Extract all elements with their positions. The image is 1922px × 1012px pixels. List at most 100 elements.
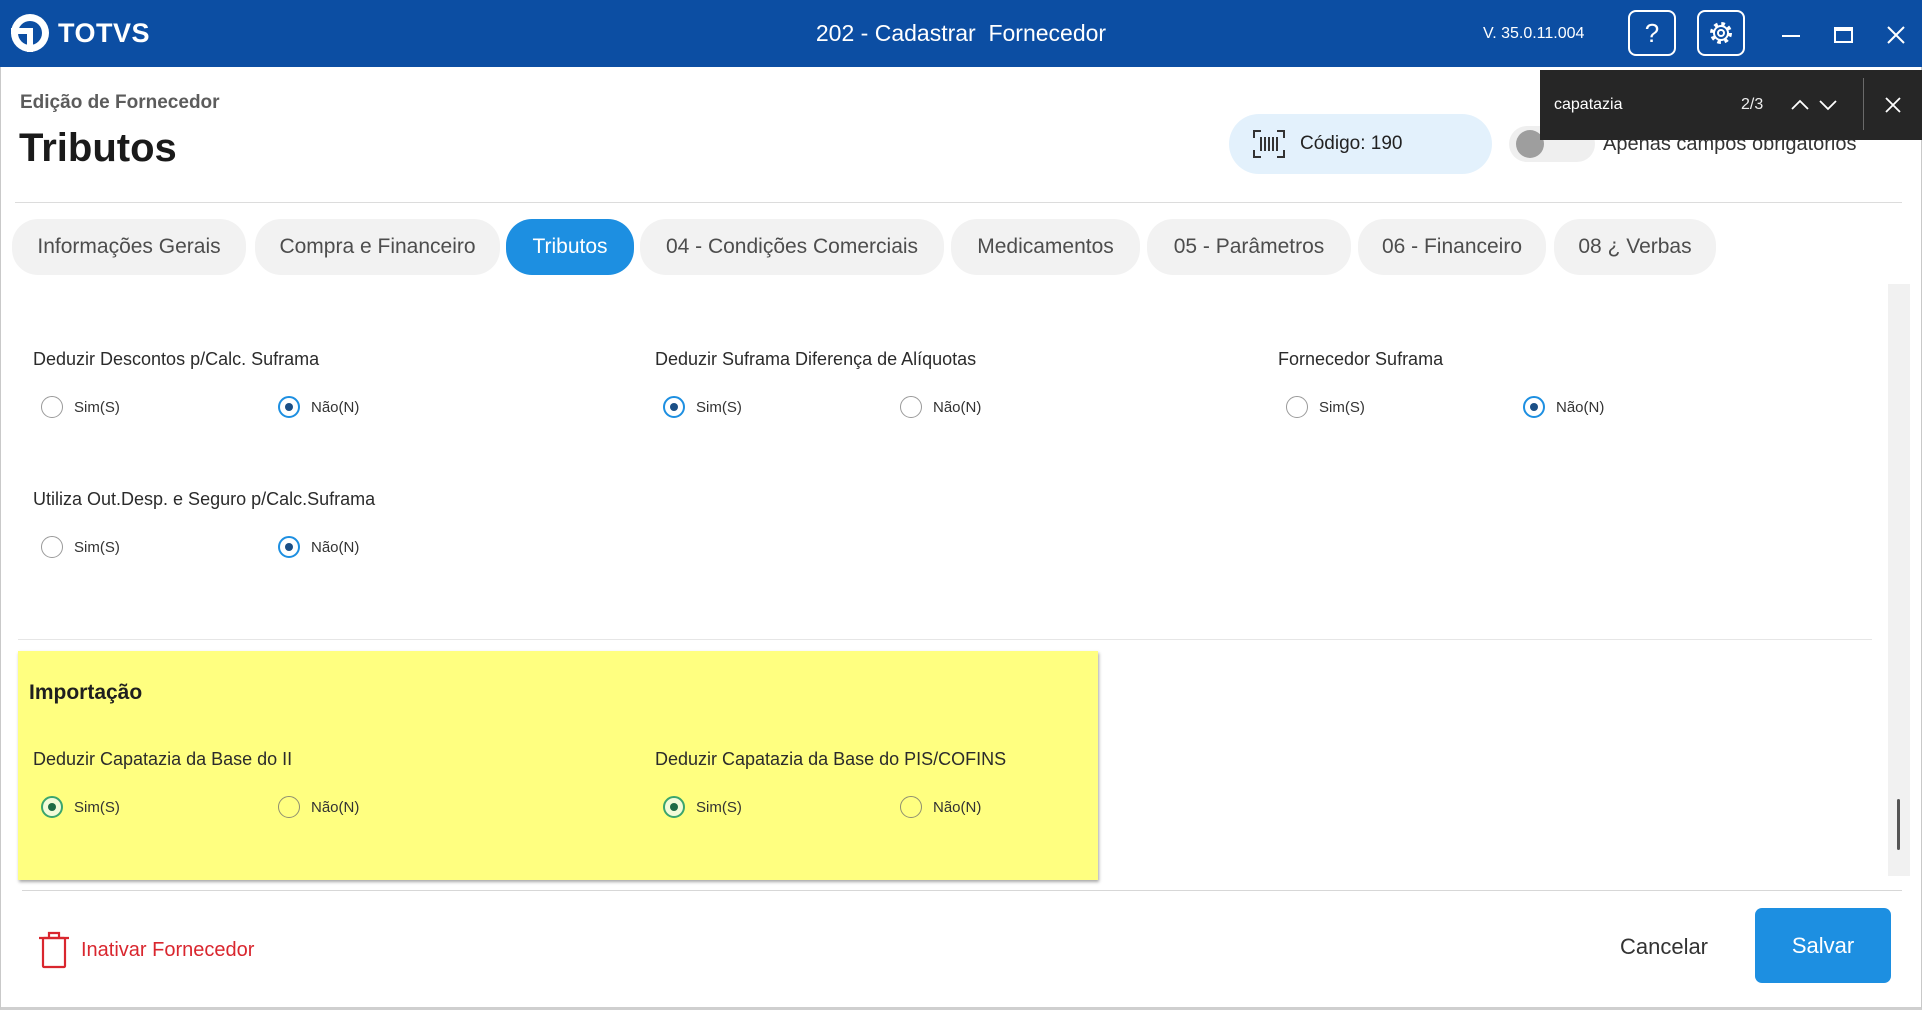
radio-label: Sim(S) xyxy=(74,398,120,416)
radio-circle xyxy=(278,536,300,558)
maximize-icon xyxy=(1834,27,1853,43)
tab-financeiro[interactable]: 06 - Financeiro xyxy=(1358,219,1546,275)
scrollbar-thumb[interactable] xyxy=(1897,799,1900,850)
app-window: TOTVS 202 - Cadastrar Fornecedor V. 35.0… xyxy=(0,0,1922,1012)
radio-circle xyxy=(663,396,685,418)
radio-label: Sim(S) xyxy=(1319,398,1365,416)
field-label: Utiliza Out.Desp. e Seguro p/Calc.Sufram… xyxy=(33,489,376,509)
radio-circle xyxy=(900,796,922,818)
footer-divider xyxy=(22,890,1902,891)
field-label: Fornecedor Suframa xyxy=(1278,349,1444,369)
page-title: Tributos xyxy=(19,126,177,170)
code-badge: Código: 190 xyxy=(1229,114,1492,174)
tab-label: 08 ¿ Verbas xyxy=(1578,235,1692,258)
tab-medicamentos[interactable]: Medicamentos xyxy=(951,219,1140,275)
tab-label: 06 - Financeiro xyxy=(1381,235,1523,258)
find-input[interactable] xyxy=(1554,90,1734,120)
find-previous-button[interactable] xyxy=(1789,94,1811,116)
field-deduzir-descontos-suframa: Deduzir Descontos p/Calc. Suframa Sim(S)… xyxy=(33,348,633,430)
radio-label: Não(N) xyxy=(1556,398,1605,416)
inactivate-supplier-button[interactable]: Inativar Fornecedor xyxy=(38,930,254,970)
maximize-button[interactable] xyxy=(1830,22,1858,48)
close-window-button[interactable] xyxy=(1884,23,1908,47)
version-label: V. 35.0.11.004 xyxy=(1483,25,1585,42)
radio-sim[interactable]: Sim(S) xyxy=(41,396,120,418)
section-divider xyxy=(18,639,1872,640)
field-deduzir-capatazia-pis-cofins: Deduzir Capatazia da Base do PIS/COFINS … xyxy=(655,748,1255,830)
minimize-icon xyxy=(1782,35,1800,37)
totvs-logo-icon xyxy=(11,14,49,52)
close-icon xyxy=(1885,97,1901,113)
code-label: Código: 190 xyxy=(1300,133,1403,154)
barcode-icon xyxy=(1253,130,1285,158)
tab-tributos[interactable]: Tributos xyxy=(506,219,634,275)
find-divider xyxy=(1863,78,1864,130)
content-scrollbar[interactable] xyxy=(1888,284,1910,876)
find-close-button[interactable] xyxy=(1882,94,1904,116)
field-label: Deduzir Descontos p/Calc. Suframa xyxy=(33,349,320,369)
radio-sim[interactable]: Sim(S) xyxy=(663,396,742,418)
radio-circle xyxy=(41,796,63,818)
radio-label: Sim(S) xyxy=(74,538,120,556)
radio-nao[interactable]: Não(N) xyxy=(900,396,981,418)
field-utiliza-out-desp-seguro: Utiliza Out.Desp. e Seguro p/Calc.Sufram… xyxy=(33,488,633,570)
tab-bar: Informações Gerais Compra e Financeiro T… xyxy=(0,219,1922,275)
radio-circle xyxy=(1523,396,1545,418)
trash-icon xyxy=(39,931,69,969)
radio-sim[interactable]: Sim(S) xyxy=(1286,396,1365,418)
field-deduzir-capatazia-ii: Deduzir Capatazia da Base do II Sim(S) N… xyxy=(33,748,633,830)
logo-text: TOTVS xyxy=(58,18,151,48)
inactivate-label: Inativar Fornecedor xyxy=(81,938,255,961)
field-label: Deduzir Suframa Diferença de Alíquotas xyxy=(655,349,977,369)
header-divider xyxy=(15,202,1902,203)
help-button[interactable]: ? xyxy=(1628,10,1676,56)
tab-label: Medicamentos xyxy=(977,235,1114,258)
radio-label: Sim(S) xyxy=(696,398,742,416)
tab-label: Informações Gerais xyxy=(37,235,221,258)
radio-nao[interactable]: Não(N) xyxy=(900,796,981,818)
tab-label: 05 - Parâmetros xyxy=(1173,235,1325,258)
tab-condicoes-comerciais[interactable]: 04 - Condições Comerciais xyxy=(640,219,944,275)
find-match-counter: 2/3 xyxy=(1741,96,1764,113)
minimize-button[interactable] xyxy=(1778,22,1804,48)
field-label: Deduzir Capatazia da Base do II xyxy=(33,749,293,769)
radio-sim[interactable]: Sim(S) xyxy=(41,796,120,818)
radio-nao[interactable]: Não(N) xyxy=(278,396,359,418)
breadcrumb: Edição de Fornecedor xyxy=(20,92,220,113)
radio-nao[interactable]: Não(N) xyxy=(278,796,359,818)
title-bar: TOTVS 202 - Cadastrar Fornecedor V. 35.0… xyxy=(0,0,1922,67)
chevron-down-icon xyxy=(1819,100,1837,111)
tab-label: Tributos xyxy=(532,235,608,258)
radio-circle xyxy=(1286,396,1308,418)
radio-nao[interactable]: Não(N) xyxy=(1523,396,1604,418)
help-icon: ? xyxy=(1644,17,1660,48)
radio-label: Não(N) xyxy=(311,538,360,556)
radio-label: Sim(S) xyxy=(74,798,120,816)
radio-sim[interactable]: Sim(S) xyxy=(41,536,120,558)
close-icon xyxy=(1887,26,1905,44)
cancel-button[interactable]: Cancelar xyxy=(1608,922,1720,972)
find-next-button[interactable] xyxy=(1817,94,1839,116)
radio-nao[interactable]: Não(N) xyxy=(278,536,359,558)
importacao-section-title: Importação xyxy=(29,681,143,704)
tab-parametros[interactable]: 05 - Parâmetros xyxy=(1147,219,1351,275)
field-label: Deduzir Capatazia da Base do PIS/COFINS xyxy=(655,749,1007,769)
save-button[interactable]: Salvar xyxy=(1755,908,1891,983)
radio-circle xyxy=(278,396,300,418)
tab-compra-e-financeiro[interactable]: Compra e Financeiro xyxy=(255,219,500,275)
field-fornecedor-suframa: Fornecedor Suframa Sim(S) Não(N) xyxy=(1278,348,1878,430)
radio-label: Não(N) xyxy=(311,398,360,416)
gear-icon xyxy=(1710,22,1732,44)
tab-label: 04 - Condições Comerciais xyxy=(665,235,919,258)
radio-label: Sim(S) xyxy=(696,798,742,816)
radio-label: Não(N) xyxy=(933,798,982,816)
tab-informacoes-gerais[interactable]: Informações Gerais xyxy=(12,219,246,275)
radio-sim[interactable]: Sim(S) xyxy=(663,796,742,818)
radio-circle xyxy=(278,796,300,818)
settings-button[interactable] xyxy=(1697,10,1745,56)
radio-circle xyxy=(41,536,63,558)
chevron-up-icon xyxy=(1791,99,1809,110)
tab-verbas[interactable]: 08 ¿ Verbas xyxy=(1554,219,1716,275)
tab-label: Compra e Financeiro xyxy=(279,235,476,258)
radio-label: Não(N) xyxy=(311,798,360,816)
